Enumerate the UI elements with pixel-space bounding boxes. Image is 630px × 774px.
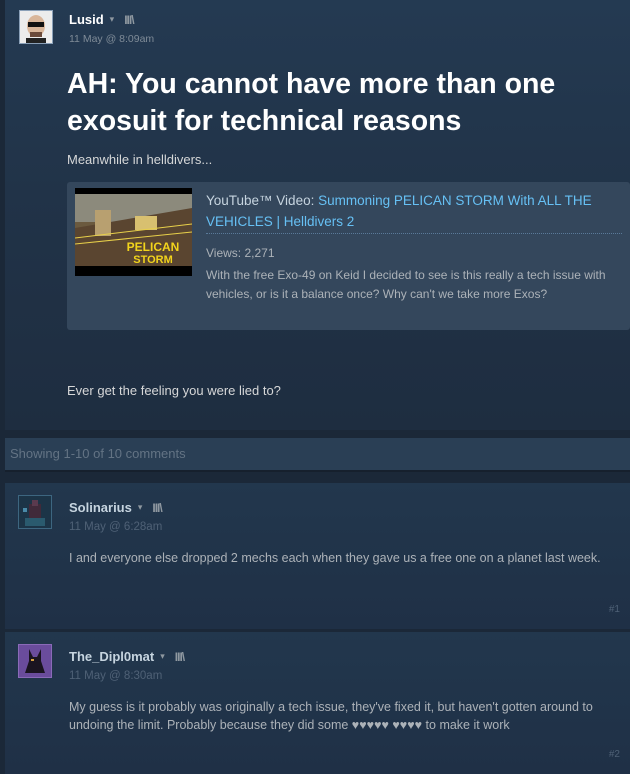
video-views: Views: 2,271 <box>206 246 275 260</box>
op-post: Lusid ▾ ΙΙΙ\ 11 May @ 8:09am AH: You can… <box>5 0 630 430</box>
post-intro-text: Meanwhile in helldivers... <box>67 152 213 167</box>
library-icon[interactable]: ΙΙΙ\ <box>175 650 185 664</box>
commenter-name[interactable]: Solinarius <box>69 500 132 515</box>
op-author-name[interactable]: Lusid <box>69 12 104 27</box>
comment-date: 11 May @ 8:30am <box>69 670 163 682</box>
commenter-name[interactable]: The_Dipl0mat <box>69 649 154 664</box>
comment-count-label: Showing 1-10 of 10 comments <box>10 446 186 461</box>
chevron-down-icon[interactable]: ▾ <box>160 651 165 662</box>
op-author-row: Lusid ▾ ΙΙΙ\ <box>69 12 135 27</box>
comment-text: My guess is it probably was originally a… <box>69 700 593 732</box>
op-post-date: 11 May @ 8:09am <box>69 33 155 45</box>
commenter-author-row: Solinarius ▾ ΙΙΙ\ <box>69 500 163 515</box>
comment-date: 11 May @ 6:28am <box>69 521 163 533</box>
video-divider <box>206 233 622 234</box>
anubis-avatar-icon <box>19 645 51 677</box>
comment-number[interactable]: #1 <box>609 604 620 615</box>
library-icon[interactable]: ΙΙΙ\ <box>124 13 134 27</box>
commenter-avatar[interactable] <box>18 495 52 529</box>
chevron-down-icon[interactable]: ▾ <box>138 502 143 513</box>
comment-number[interactable]: #2 <box>609 749 620 760</box>
dark-figure-avatar-icon <box>19 496 51 528</box>
comment-item: Solinarius ▾ ΙΙΙ\ 11 May @ 6:28am I and … <box>5 483 630 629</box>
comments-header-bar: Showing 1-10 of 10 comments <box>5 438 630 472</box>
youtube-embed-card[interactable]: PELICAN STORM YouTube™ Video: Summoning … <box>67 182 630 330</box>
op-avatar[interactable] <box>19 10 53 44</box>
comment-item: The_Dipl0mat ▾ ΙΙΙ\ 11 May @ 8:30am My g… <box>5 632 630 774</box>
page-title: AH: You cannot have more than one exosui… <box>67 68 556 137</box>
library-icon[interactable]: ΙΙΙ\ <box>152 501 162 515</box>
bald-face-avatar-icon <box>20 11 52 43</box>
thumb-title-line1: PELICAN <box>127 240 180 254</box>
video-thumbnail[interactable]: PELICAN STORM <box>75 188 192 276</box>
video-title-label: YouTube™ Video: Summoning PELICAN STORM … <box>206 190 606 232</box>
video-description: With the free Exo-49 on Keid I decided t… <box>206 268 606 301</box>
commenter-author-row: The_Dipl0mat ▾ ΙΙΙ\ <box>69 649 185 664</box>
thumb-title-line2: STORM <box>133 254 173 266</box>
post-outro-text: Ever get the feeling you were lied to? <box>67 383 281 398</box>
video-prefix: YouTube™ Video: <box>206 193 319 208</box>
comment-text: I and everyone else dropped 2 mechs each… <box>69 551 601 565</box>
chevron-down-icon[interactable]: ▾ <box>110 14 115 25</box>
commenter-avatar[interactable] <box>18 644 52 678</box>
video-thumbnail-image-icon: PELICAN STORM <box>75 188 192 276</box>
